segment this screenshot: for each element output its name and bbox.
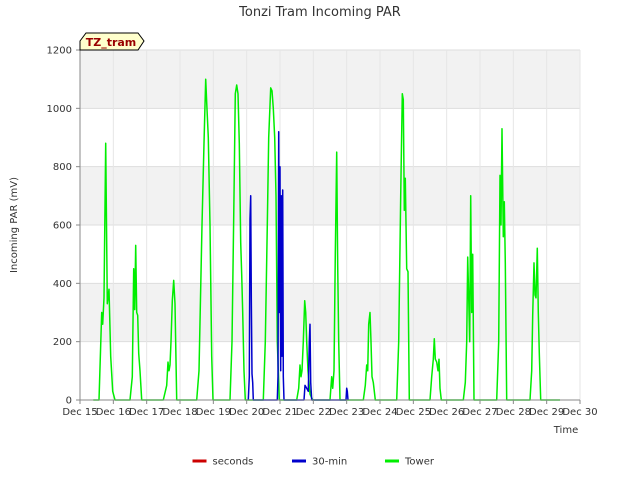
x-tick-label: Dec 28 bbox=[496, 407, 531, 418]
x-tick-label: Dec 30 bbox=[562, 407, 597, 418]
x-tick-label: Dec 16 bbox=[96, 407, 131, 418]
x-tick-label: Dec 24 bbox=[362, 407, 397, 418]
x-tick-label: Dec 27 bbox=[462, 407, 497, 418]
x-axis-label: Time bbox=[553, 425, 578, 436]
x-tick-label: Dec 25 bbox=[396, 407, 431, 418]
legend-label-30-min: 30-min bbox=[312, 457, 347, 468]
legend-label-seconds: seconds bbox=[213, 457, 254, 468]
y-tick-label: 1000 bbox=[47, 104, 72, 115]
x-tick-label: Dec 20 bbox=[229, 407, 264, 418]
y-axis-label: Incoming PAR (mV) bbox=[9, 177, 20, 273]
x-tick-label: Dec 21 bbox=[262, 407, 297, 418]
legend: seconds 30-min Tower bbox=[192, 457, 435, 468]
par-chart: 020040060080010001200Dec 15Dec 16Dec 17D… bbox=[9, 5, 598, 468]
x-tick-label: Dec 23 bbox=[329, 407, 364, 418]
y-tick-label: 400 bbox=[53, 279, 72, 290]
x-tick-label: Dec 29 bbox=[529, 407, 564, 418]
chart-title: Tonzi Tram Incoming PAR bbox=[238, 5, 401, 20]
y-tick-label: 800 bbox=[53, 162, 72, 173]
x-tick-label: Dec 17 bbox=[129, 407, 164, 418]
x-tick-label: Dec 18 bbox=[162, 407, 197, 418]
site-badge: TZ_tram bbox=[79, 32, 145, 51]
badge-label: TZ_tram bbox=[86, 36, 137, 49]
x-tick-label: Dec 15 bbox=[62, 407, 97, 418]
plot-band bbox=[80, 50, 580, 109]
x-tick-label: Dec 22 bbox=[296, 407, 331, 418]
plot-band bbox=[80, 108, 580, 167]
y-tick-label: 1200 bbox=[47, 46, 72, 57]
y-tick-label: 600 bbox=[53, 221, 72, 232]
y-tick-label: 0 bbox=[66, 396, 72, 407]
x-tick-label: Dec 19 bbox=[196, 407, 231, 418]
y-tick-label: 200 bbox=[53, 337, 72, 348]
x-tick-label: Dec 26 bbox=[429, 407, 464, 418]
legend-label-tower: Tower bbox=[404, 457, 435, 468]
